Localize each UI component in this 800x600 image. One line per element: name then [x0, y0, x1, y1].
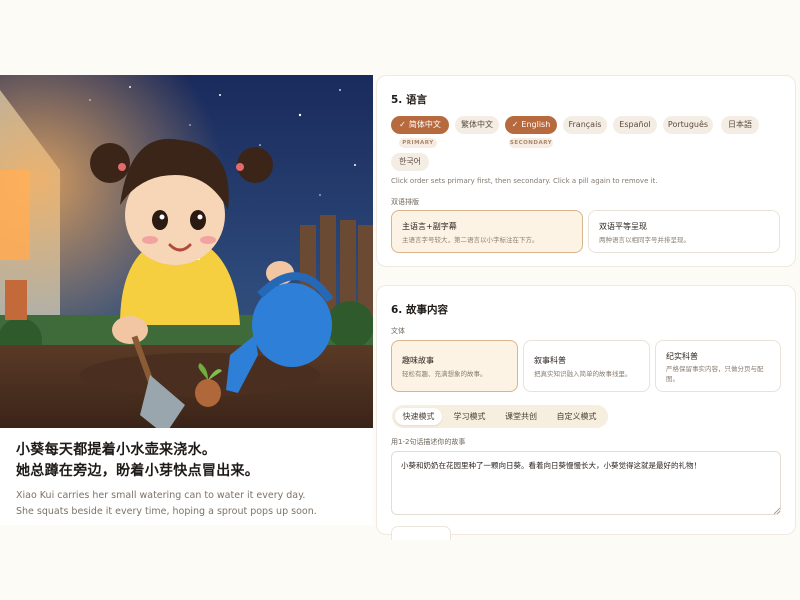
story-description-input[interactable]: 小葵和奶奶在花园里种了一颗向日葵。看着向日葵慢慢长大，小葵觉得这就是最好的礼物！	[391, 451, 781, 515]
lang-pill-spanish[interactable]: Español	[613, 116, 657, 134]
story-illustration	[0, 75, 373, 428]
genre-option-fun[interactable]: 趣味故事 轻松有趣、充满想象的故事。	[391, 340, 518, 392]
zh-line: 小葵每天都提着小水壶来浇水。	[16, 442, 217, 458]
lang-pill-japanese[interactable]: 日本語	[721, 116, 759, 134]
check-icon: ✓	[399, 120, 406, 129]
mode-tabs: 快速模式 学习模式 课堂共创 自定义模式	[392, 405, 608, 428]
option-description: 两种语言以相同字号并排呈现。	[599, 236, 690, 244]
chinese-text: 小葵每天都提着小水壶来浇水。 她总蹲在旁边，盼着小芽快点冒出来。	[16, 440, 361, 482]
option-title: 主语言+副字幕	[402, 222, 457, 231]
option-title: 趣味故事	[402, 356, 434, 365]
en-line: Xiao Kui carries her small watering can …	[16, 490, 306, 501]
section-title: 6. 故事内容	[391, 304, 448, 316]
genre-option-narrative-science[interactable]: 叙事科普 把真实知识融入简单的故事线里。	[523, 340, 650, 392]
option-description: 严格保留事实内容，只做分页与配图。	[666, 365, 764, 383]
primary-badge: PRIMARY	[399, 138, 437, 148]
story-caption: 小葵每天都提着小水壶来浇水。 她总蹲在旁边，盼着小芽快点冒出来。 Xiao Ku…	[16, 440, 361, 520]
partial-button[interactable]	[391, 526, 451, 540]
lang-pill-french[interactable]: Français	[563, 116, 607, 134]
layout-option-subtitle[interactable]: 主语言+副字幕 主语言字号较大，第二语言以小字标注在下方。	[391, 210, 583, 253]
option-title: 双语平等呈现	[599, 222, 647, 231]
secondary-badge: SECONDARY	[509, 138, 553, 148]
lang-pill-zh-hans[interactable]: ✓ 简体中文	[391, 116, 449, 134]
language-hint: Click order sets primary first, then sec…	[391, 177, 658, 185]
pill-label: English	[521, 120, 551, 129]
pill-label: 简体中文	[408, 120, 441, 129]
tab-custom-mode[interactable]: 自定义模式	[548, 408, 605, 425]
option-description: 主语言字号较大，第二语言以小字标注在下方。	[402, 236, 539, 244]
lang-pill-zh-hant[interactable]: 繁体中文	[455, 116, 499, 134]
option-title: 叙事科普	[534, 356, 566, 365]
resize-grip-icon[interactable]	[774, 508, 780, 514]
genre-option-documentary[interactable]: 纪实科普 严格保留事实内容，只做分页与配图。	[655, 340, 781, 392]
option-description: 把真实知识融入简单的故事线里。	[534, 370, 632, 378]
layout-label: 双语排版	[391, 198, 419, 206]
check-icon: ✓	[511, 120, 519, 129]
lang-pill-korean[interactable]: 한국어	[391, 153, 429, 171]
english-text: Xiao Kui carries her small watering can …	[16, 488, 361, 520]
tab-quick-mode[interactable]: 快速模式	[395, 408, 442, 425]
lang-pill-english[interactable]: ✓ English	[505, 116, 557, 134]
section-title: 5. 语言	[391, 94, 427, 106]
story-content-section: 6. 故事内容 文体 趣味故事 轻松有趣、充满想象的故事。 叙事科普 把真实知识…	[376, 285, 796, 540]
story-input-label: 用1-2句话描述你的故事	[391, 438, 466, 446]
option-description: 轻松有趣、充满想象的故事。	[402, 370, 487, 378]
layout-option-equal[interactable]: 双语平等呈现 两种语言以相同字号并排呈现。	[588, 210, 780, 253]
tab-classroom-mode[interactable]: 课堂共创	[496, 408, 546, 425]
genre-label: 文体	[391, 327, 405, 335]
tab-learning-mode[interactable]: 学习模式	[445, 408, 494, 425]
zh-line: 她总蹲在旁边，盼着小芽快点冒出来。	[16, 463, 260, 479]
option-title: 纪实科普	[666, 352, 698, 361]
lang-pill-portuguese[interactable]: Português	[663, 116, 713, 134]
en-line: She squats beside it every time, hoping …	[16, 506, 317, 517]
language-section: 5. 语言 ✓ 简体中文 PRIMARY 繁体中文 ✓ English SECOND…	[376, 75, 796, 267]
